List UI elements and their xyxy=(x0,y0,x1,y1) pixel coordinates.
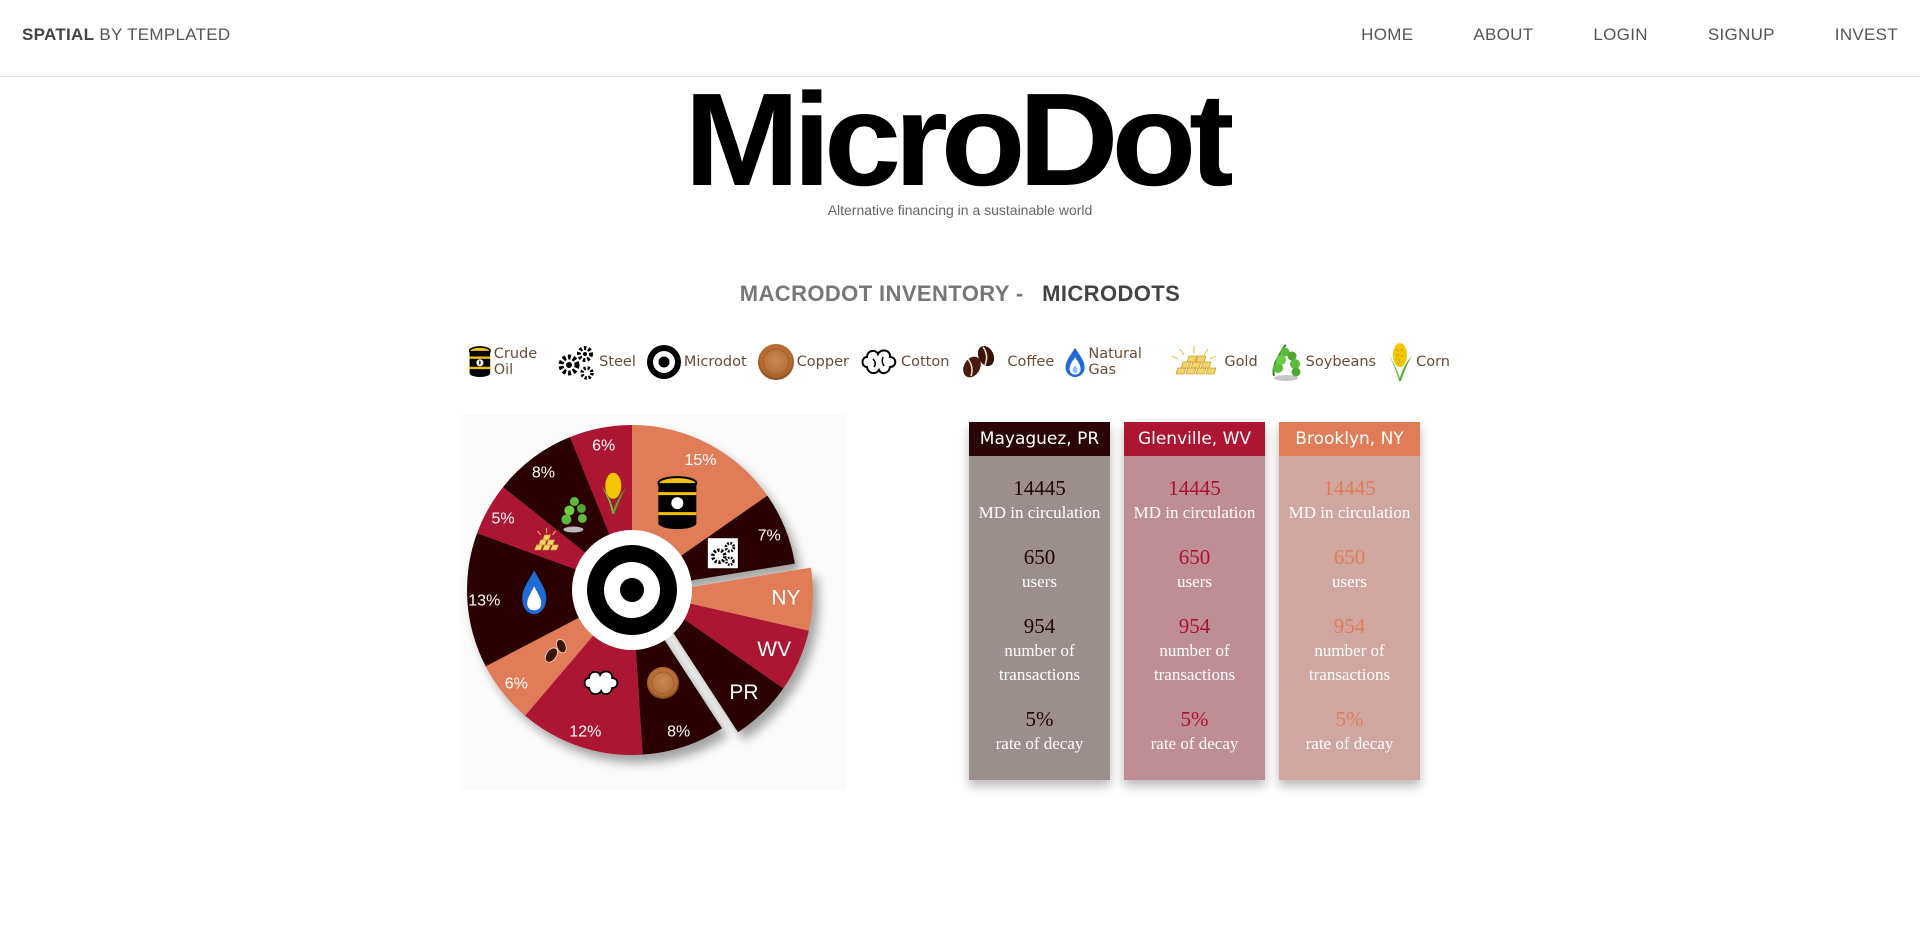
legend-label: Copper xyxy=(796,354,849,370)
pie-slice-label: 13% xyxy=(468,592,500,609)
nav-login[interactable]: LOGIN xyxy=(1593,25,1647,45)
pie-slice-label: WV xyxy=(757,638,791,661)
section-title-part1: MACRODOT INVENTORY - xyxy=(739,281,1024,306)
commodity-legend: Crude Oil Steel Microdot Copper Cotton C… xyxy=(468,334,1450,390)
pie-slice-label: 15% xyxy=(684,452,716,469)
decay-label: rate of decay xyxy=(1150,734,1239,753)
location-card-brooklyn: Brooklyn, NY 14445 MD in circulation 650… xyxy=(1279,422,1420,780)
pie-center-microdot xyxy=(572,530,692,650)
md-circulation-label: MD in circulation xyxy=(978,503,1101,522)
pie-slice-label: NY xyxy=(771,586,800,609)
corn-icon xyxy=(1388,343,1413,381)
transactions-label-2: transactions xyxy=(1153,665,1236,684)
pie-svg: 15% 7% NY WV PR 8% 12% 6% 13% 5% 8% 6% xyxy=(467,425,813,755)
legend-item-gold: Gold xyxy=(1166,344,1258,380)
users-value: 650 xyxy=(1333,545,1366,569)
microdot-icon xyxy=(646,345,681,379)
decay-label: rate of decay xyxy=(1305,734,1394,753)
tagline: Alternative financing in a sustainable w… xyxy=(827,202,1093,218)
legend-label: Natural Gas xyxy=(1088,346,1142,378)
legend-label: Gold xyxy=(1224,354,1258,370)
card-title: Mayaguez, PR xyxy=(969,422,1110,456)
top-navbar: SPATIAL BY TEMPLATED HOME ABOUT LOGIN SI… xyxy=(0,0,1920,77)
pie-slice-label: 8% xyxy=(667,723,690,740)
legend-label: Corn xyxy=(1416,354,1450,370)
nav-home[interactable]: HOME xyxy=(1361,25,1413,45)
location-card-glenville: Glenville, WV 14445 MD in circulation 65… xyxy=(1124,422,1265,780)
users-label: users xyxy=(1177,572,1212,591)
logo-text: MicroDot xyxy=(684,82,1232,194)
legend-item-cotton: Cotton xyxy=(859,345,949,379)
pie-slice-label: 6% xyxy=(505,675,528,692)
card-title: Glenville, WV xyxy=(1124,422,1265,456)
cotton-icon xyxy=(861,349,897,375)
decay-label: rate of decay xyxy=(995,734,1084,753)
gold-bars-icon xyxy=(1172,346,1217,375)
flame-icon xyxy=(1065,347,1085,378)
location-card-mayaguez: Mayaguez, PR 14445 MD in circulation 650… xyxy=(969,422,1110,780)
section-title-part2: MICRODOTS xyxy=(1042,281,1181,306)
decay-value: 5% xyxy=(1025,707,1054,731)
transactions-label-1: number of xyxy=(1159,641,1230,660)
legend-item-natural-gas: Natural Gas xyxy=(1064,342,1156,382)
pie-slice-label: 5% xyxy=(491,510,514,527)
pie-slice-label: 8% xyxy=(532,464,555,481)
pie-slice-label: 12% xyxy=(569,723,601,740)
inventory-pie-chart: 15% 7% NY WV PR 8% 12% 6% 13% 5% 8% 6% xyxy=(460,414,846,790)
oil-barrel-icon xyxy=(468,346,491,378)
legend-item-crude-oil: Crude Oil xyxy=(468,342,547,382)
transactions-value: 954 xyxy=(1178,614,1211,638)
nav-invest[interactable]: INVEST xyxy=(1835,25,1898,45)
legend-label: Soybeans xyxy=(1305,354,1377,370)
legend-item-coffee: Coffee xyxy=(959,342,1054,382)
legend-item-copper: Copper xyxy=(757,343,849,381)
transactions-value: 954 xyxy=(1023,614,1056,638)
md-circulation-value: 14445 xyxy=(1168,476,1221,500)
users-value: 650 xyxy=(1023,545,1056,569)
legend-label: Coffee xyxy=(1007,354,1055,370)
legend-label: Crude Oil xyxy=(493,346,538,378)
microdot-logo: MicroDot xyxy=(684,82,1232,194)
nav-signup[interactable]: SIGNUP xyxy=(1708,25,1775,45)
steel-slice-icon xyxy=(707,538,738,569)
copper-coin-icon xyxy=(757,344,794,380)
pie-slice-label: PR xyxy=(729,681,758,704)
brand-rest: BY TEMPLATED xyxy=(99,25,231,44)
site-brand[interactable]: SPATIAL BY TEMPLATED xyxy=(22,25,231,45)
transactions-label-1: number of xyxy=(1314,641,1385,660)
gears-icon xyxy=(558,346,594,380)
legend-label: Microdot xyxy=(683,354,747,370)
decay-value: 5% xyxy=(1180,707,1209,731)
coffee-beans-icon xyxy=(963,345,995,378)
transactions-value: 954 xyxy=(1333,614,1366,638)
transactions-label-2: transactions xyxy=(998,665,1081,684)
md-circulation-value: 14445 xyxy=(1013,476,1066,500)
transactions-label-2: transactions xyxy=(1308,665,1391,684)
legend-label: Cotton xyxy=(900,354,950,370)
legend-label: Steel xyxy=(599,354,636,370)
card-title: Brooklyn, NY xyxy=(1279,422,1420,456)
pie-slice-label: 6% xyxy=(592,438,615,455)
md-circulation-label: MD in circulation xyxy=(1288,503,1411,522)
legend-item-microdot: Microdot xyxy=(646,344,747,380)
md-circulation-label: MD in circulation xyxy=(1133,503,1256,522)
decay-value: 5% xyxy=(1335,707,1364,731)
nav-about[interactable]: ABOUT xyxy=(1473,25,1533,45)
users-label: users xyxy=(1332,572,1367,591)
brand-bold: SPATIAL xyxy=(22,25,95,44)
transactions-label-1: number of xyxy=(1004,641,1075,660)
section-title: MACRODOT INVENTORY - MICRODOTS xyxy=(0,281,1920,307)
users-label: users xyxy=(1022,572,1057,591)
crude-oil-slice-icon xyxy=(657,476,698,530)
main-nav: HOME ABOUT LOGIN SIGNUP INVEST xyxy=(1301,25,1898,45)
copper-slice-icon xyxy=(646,667,679,700)
md-circulation-value: 14445 xyxy=(1323,476,1376,500)
users-value: 650 xyxy=(1178,545,1211,569)
soybean-icon xyxy=(1272,344,1301,381)
legend-item-steel: Steel xyxy=(557,343,636,381)
legend-item-soybeans: Soybeans xyxy=(1268,342,1376,382)
pie-slice-label: 7% xyxy=(758,527,781,544)
legend-item-corn: Corn xyxy=(1386,342,1450,382)
